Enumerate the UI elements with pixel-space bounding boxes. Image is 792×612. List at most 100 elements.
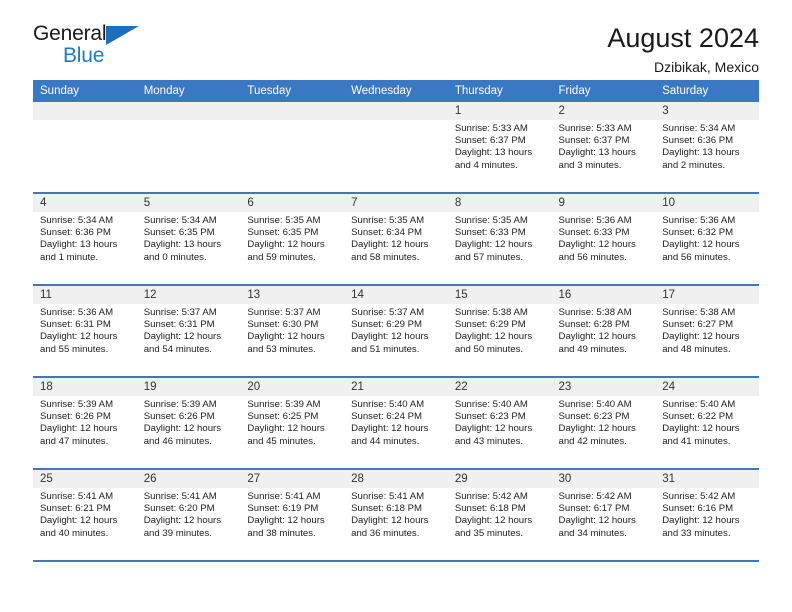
day-details: Sunrise: 5:33 AM Sunset: 6:37 PM Daylight:… <box>448 120 552 172</box>
daylight-text: Daylight: 12 hours and 39 minutes. <box>143 515 222 539</box>
sunset-text: Sunset: 6:21 PM <box>40 503 111 515</box>
sunrise-text: Sunrise: 5:37 AM <box>247 307 321 318</box>
sunrise-text: Sunrise: 5:33 AM <box>454 123 528 134</box>
day-number: 30 <box>551 470 656 488</box>
day-details: Sunrise: 5:39 AM Sunset: 6:26 PM Daylight:… <box>33 396 137 448</box>
day-details: Sunrise: 5:41 AM Sunset: 6:20 PM Daylight:… <box>137 488 241 540</box>
day-details: Sunrise: 5:34 AM Sunset: 6:36 PM Daylight:… <box>655 120 759 172</box>
sunrise-text: Sunrise: 5:41 AM <box>351 491 425 502</box>
sunrise-text: Sunrise: 5:34 AM <box>143 215 217 226</box>
weekday-header-sunday: Sunday <box>33 80 137 102</box>
sunrise-text: Sunrise: 5:39 AM <box>143 399 217 410</box>
day-details: Sunrise: 5:42 AM Sunset: 6:17 PM Daylight:… <box>552 488 656 540</box>
calendar-day-cell[interactable]: 4 Sunrise: 5:34 AM Sunset: 6:36 PM Daylight… <box>33 193 137 286</box>
day-details: Sunrise: 5:37 AM Sunset: 6:29 PM Daylight:… <box>344 304 448 356</box>
daylight-text: Daylight: 12 hours and 41 minutes. <box>662 423 740 447</box>
sunset-text: Sunset: 6:25 PM <box>247 411 319 423</box>
day-details: Sunrise: 5:38 AM Sunset: 6:29 PM Daylight:… <box>448 304 552 356</box>
calendar-day-cell[interactable]: 26 Sunrise: 5:41 AM Sunset: 6:20 PM Dayligh… <box>136 469 241 562</box>
calendar-day-cell[interactable]: 21 Sunrise: 5:40 AM Sunset: 6:24 PM Dayligh… <box>344 377 448 470</box>
weekday-header-friday: Friday <box>551 80 656 102</box>
day-details: Sunrise: 5:41 AM Sunset: 6:19 PM Daylight:… <box>240 488 344 540</box>
calendar-day-cell[interactable]: 25 Sunrise: 5:41 AM Sunset: 6:21 PM Dayligh… <box>33 469 137 562</box>
sunset-text: Sunset: 6:23 PM <box>558 411 630 423</box>
calendar-day-cell[interactable]: 2 Sunrise: 5:33 AM Sunset: 6:37 PM Daylight… <box>551 102 656 194</box>
calendar-day-cell[interactable]: 6 Sunrise: 5:35 AM Sunset: 6:35 PM Daylight… <box>240 193 345 286</box>
calendar-day-cell[interactable]: 8 Sunrise: 5:35 AM Sunset: 6:33 PM Daylight… <box>447 193 552 286</box>
day-number: 29 <box>447 470 552 488</box>
calendar-day-cell[interactable]: 19 Sunrise: 5:39 AM Sunset: 6:26 PM Dayligh… <box>136 377 241 470</box>
calendar-day-cell[interactable]: 20 Sunrise: 5:39 AM Sunset: 6:25 PM Dayligh… <box>240 377 345 470</box>
calendar-day-cell[interactable]: 15 Sunrise: 5:38 AM Sunset: 6:29 PM Dayligh… <box>447 285 552 378</box>
sunrise-text: Sunrise: 5:34 AM <box>662 123 736 134</box>
calendar-day-cell[interactable]: 3 Sunrise: 5:34 AM Sunset: 6:36 PM Daylight… <box>655 102 759 194</box>
calendar-day-cell[interactable]: 1 Sunrise: 5:33 AM Sunset: 6:37 PM Daylight… <box>447 102 552 194</box>
calendar-day-cell[interactable]: 27 Sunrise: 5:41 AM Sunset: 6:19 PM Dayligh… <box>240 469 345 562</box>
sunset-text: Sunset: 6:36 PM <box>40 227 111 239</box>
day-details: Sunrise: 5:38 AM Sunset: 6:27 PM Daylight:… <box>655 304 759 356</box>
calendar-day-cell[interactable]: 14 Sunrise: 5:37 AM Sunset: 6:29 PM Dayligh… <box>344 285 448 378</box>
sunrise-text: Sunrise: 5:41 AM <box>40 491 114 502</box>
triangle-icon <box>106 26 139 45</box>
day-details: Sunrise: 5:40 AM Sunset: 6:22 PM Daylight:… <box>655 396 759 448</box>
day-number: 24 <box>655 378 759 396</box>
day-details: Sunrise: 5:40 AM Sunset: 6:23 PM Daylight:… <box>552 396 656 448</box>
calendar-day-cell[interactable]: 10 Sunrise: 5:36 AM Sunset: 6:32 PM Dayligh… <box>655 193 759 286</box>
daylight-text: Daylight: 13 hours and 1 minute. <box>40 239 118 263</box>
calendar-day-cell[interactable]: 23 Sunrise: 5:40 AM Sunset: 6:23 PM Dayligh… <box>551 377 656 470</box>
sunrise-text: Sunrise: 5:39 AM <box>40 399 114 410</box>
sunset-text: Sunset: 6:27 PM <box>662 319 734 331</box>
daylight-text: Daylight: 12 hours and 33 minutes. <box>662 515 740 539</box>
calendar-day-cell[interactable]: 11 Sunrise: 5:36 AM Sunset: 6:31 PM Dayligh… <box>33 285 137 378</box>
calendar-day-cell[interactable]: 18 Sunrise: 5:39 AM Sunset: 6:26 PM Dayligh… <box>33 377 137 470</box>
calendar-day-cell[interactable]: 29 Sunrise: 5:42 AM Sunset: 6:18 PM Dayligh… <box>447 469 552 562</box>
calendar-day-cell[interactable]: 24 Sunrise: 5:40 AM Sunset: 6:22 PM Dayligh… <box>655 377 759 470</box>
sunrise-text: Sunrise: 5:34 AM <box>40 215 114 226</box>
calendar-week-row: 18 Sunrise: 5:39 AM Sunset: 6:26 PM Dayligh… <box>33 377 759 470</box>
weekday-header-row: Sunday Monday Tuesday Wednesday Thursday… <box>33 80 759 102</box>
calendar-day-cell[interactable]: 17 Sunrise: 5:38 AM Sunset: 6:27 PM Dayligh… <box>655 285 759 378</box>
sunrise-text: Sunrise: 5:33 AM <box>558 123 632 134</box>
calendar-day-cell[interactable]: 22 Sunrise: 5:40 AM Sunset: 6:23 PM Dayligh… <box>447 377 552 470</box>
day-number: 11 <box>33 286 137 304</box>
daylight-text: Daylight: 12 hours and 55 minutes. <box>40 331 118 355</box>
sunrise-sunset-calendar: Sunday Monday Tuesday Wednesday Thursday… <box>33 80 759 562</box>
daylight-text: Daylight: 12 hours and 47 minutes. <box>40 423 118 447</box>
calendar-day-cell[interactable]: 30 Sunrise: 5:42 AM Sunset: 6:17 PM Dayligh… <box>551 469 656 562</box>
day-details: Sunrise: 5:40 AM Sunset: 6:24 PM Daylight:… <box>344 396 448 448</box>
sunrise-text: Sunrise: 5:40 AM <box>351 399 425 410</box>
calendar-week-row: 11 Sunrise: 5:36 AM Sunset: 6:31 PM Dayligh… <box>33 285 759 378</box>
daylight-text: Daylight: 12 hours and 59 minutes. <box>247 239 325 263</box>
sunrise-text: Sunrise: 5:36 AM <box>662 215 736 226</box>
calendar-week-row: 25 Sunrise: 5:41 AM Sunset: 6:21 PM Dayligh… <box>33 469 759 562</box>
calendar-day-cell[interactable]: 16 Sunrise: 5:38 AM Sunset: 6:28 PM Dayligh… <box>551 285 656 378</box>
day-details: Sunrise: 5:42 AM Sunset: 6:16 PM Daylight:… <box>655 488 759 540</box>
daylight-text: Daylight: 13 hours and 4 minutes. <box>454 147 533 171</box>
calendar-day-cell[interactable]: 5 Sunrise: 5:34 AM Sunset: 6:35 PM Daylight… <box>136 193 241 286</box>
day-details: Sunrise: 5:39 AM Sunset: 6:25 PM Daylight:… <box>240 396 344 448</box>
sunset-text: Sunset: 6:37 PM <box>558 135 630 147</box>
day-number: 15 <box>447 286 552 304</box>
sunset-text: Sunset: 6:30 PM <box>247 319 319 331</box>
calendar-day-cell[interactable]: 7 Sunrise: 5:35 AM Sunset: 6:34 PM Daylight… <box>344 193 448 286</box>
calendar-day-cell[interactable]: 12 Sunrise: 5:37 AM Sunset: 6:31 PM Dayligh… <box>136 285 241 378</box>
day-number: 14 <box>344 286 448 304</box>
day-details <box>137 120 241 123</box>
daylight-text: Daylight: 12 hours and 40 minutes. <box>40 515 118 539</box>
calendar-day-cell[interactable]: 31 Sunrise: 5:42 AM Sunset: 6:16 PM Dayligh… <box>655 469 759 562</box>
day-details: Sunrise: 5:41 AM Sunset: 6:18 PM Daylight:… <box>344 488 448 540</box>
calendar-day-cell[interactable]: 13 Sunrise: 5:37 AM Sunset: 6:30 PM Dayligh… <box>240 285 345 378</box>
daylight-text: Daylight: 12 hours and 54 minutes. <box>143 331 222 355</box>
sunrise-text: Sunrise: 5:40 AM <box>454 399 528 410</box>
title-block: August 2024 Dzibikak, Mexico <box>607 22 759 77</box>
sunset-text: Sunset: 6:33 PM <box>558 227 630 239</box>
daylight-text: Daylight: 12 hours and 34 minutes. <box>558 515 636 539</box>
day-details: Sunrise: 5:42 AM Sunset: 6:18 PM Daylight:… <box>448 488 552 540</box>
daylight-text: Daylight: 12 hours and 45 minutes. <box>247 423 325 447</box>
calendar-day-cell[interactable]: 28 Sunrise: 5:41 AM Sunset: 6:18 PM Dayligh… <box>344 469 448 562</box>
location-subtitle: Dzibikak, Mexico <box>653 59 759 75</box>
calendar-day-cell[interactable]: 9 Sunrise: 5:36 AM Sunset: 6:33 PM Daylight… <box>551 193 656 286</box>
sunset-text: Sunset: 6:29 PM <box>351 319 423 331</box>
day-number: 17 <box>655 286 759 304</box>
day-number: 2 <box>551 102 656 120</box>
